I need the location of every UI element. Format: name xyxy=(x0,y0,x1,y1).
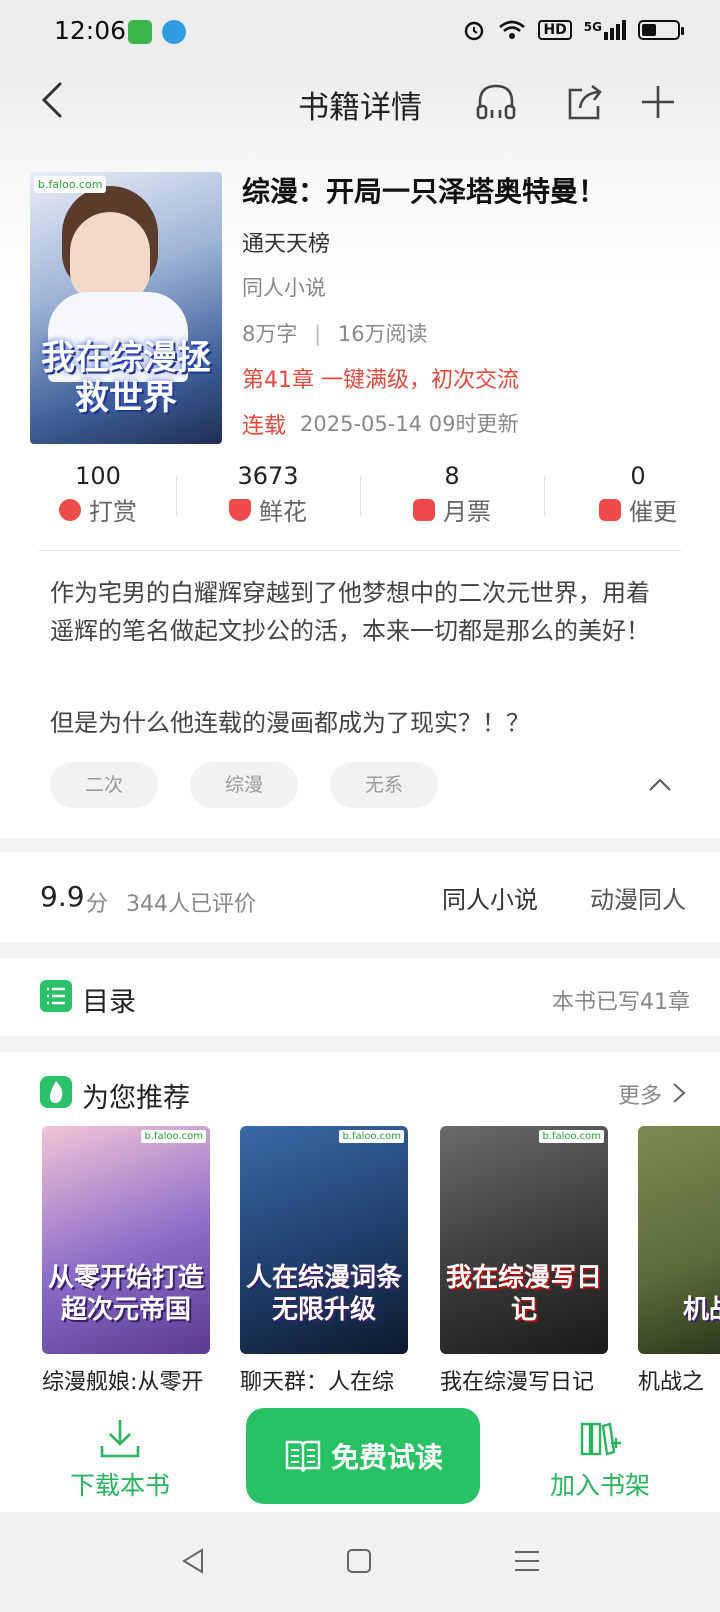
recommend-book-card[interactable]: b.faloo.com 从零开始打造超次元帝国 综漫舰娘:从零开 xyxy=(42,1126,210,1396)
recommend-book-card[interactable]: 机战铁 机战之 xyxy=(638,1126,720,1396)
book-author[interactable]: 通天天榜 xyxy=(242,226,330,258)
free-read-label: 免费试读 xyxy=(330,1441,443,1474)
recommend-book-cover: 机战铁 xyxy=(638,1126,720,1354)
headphones-icon[interactable] xyxy=(474,80,518,124)
collapse-chevron-icon[interactable] xyxy=(648,774,672,798)
rating-score: 9.9 xyxy=(40,880,85,913)
stat-value: 3673 xyxy=(237,462,299,490)
recommend-cover-text: 人在综漫词条无限升级 xyxy=(245,1263,402,1325)
free-read-button[interactable]: 免费试读 xyxy=(246,1408,480,1504)
flame-icon xyxy=(40,1076,72,1108)
cover-logo: b.faloo.com xyxy=(141,1130,206,1143)
alarm-icon xyxy=(465,21,484,41)
download-icon[interactable] xyxy=(98,1416,142,1460)
book-open-icon xyxy=(285,1440,321,1473)
rating-count[interactable]: 344人已评价 xyxy=(126,886,256,918)
bookshelf-add-icon[interactable] xyxy=(578,1416,622,1460)
status-time: 12:06 xyxy=(54,16,127,45)
serial-status: 连载 xyxy=(242,414,287,439)
cover-logo: b.faloo.com xyxy=(34,176,107,193)
book-category[interactable]: 同人小说 xyxy=(242,272,326,302)
recommend-book-card[interactable]: b.faloo.com 人在综漫词条无限升级 聊天群：人在综 xyxy=(240,1126,408,1396)
stat-flower[interactable]: 3673 鲜花 xyxy=(178,462,358,527)
urge-icon xyxy=(599,498,621,521)
category-link-1[interactable]: 同人小说 xyxy=(442,880,538,915)
add-icon[interactable] xyxy=(636,80,680,124)
recommend-book-cover: b.faloo.com 我在综漫写日记 xyxy=(440,1126,608,1354)
cover-illustration xyxy=(70,212,150,302)
recommend-title: 为您推荐 xyxy=(82,1083,190,1114)
reward-icon xyxy=(59,498,81,521)
add-to-shelf-button[interactable]: 加入书架 xyxy=(536,1466,664,1502)
book-title: 综漫：开局一只泽塔奥特曼！ xyxy=(242,175,607,208)
stat-reward[interactable]: 100 打赏 xyxy=(8,462,188,527)
stat-urge-update[interactable]: 0 催更 xyxy=(548,462,720,527)
read-count: 16万阅读 xyxy=(337,322,428,346)
app-notification-icon xyxy=(128,20,152,44)
recommend-book-cover: b.faloo.com 人在综漫词条无限升级 xyxy=(240,1126,408,1354)
latest-chapter[interactable]: 第41章 一键满级，初次交流 xyxy=(242,362,519,394)
recommend-cover-text: 从零开始打造超次元帝国 xyxy=(47,1263,204,1325)
category-link-2[interactable]: 动漫同人 xyxy=(590,880,686,915)
nav-home-icon[interactable] xyxy=(344,1546,374,1576)
cover-title: 我在综漫拯救世界 xyxy=(41,338,211,418)
update-time: 2025-05-14 09时更新 xyxy=(300,412,519,436)
list-icon xyxy=(40,980,72,1012)
hd-icon: HD xyxy=(538,20,572,40)
cover-logo: b.faloo.com xyxy=(339,1130,404,1143)
wifi-icon xyxy=(499,20,526,39)
stat-value: 8 xyxy=(444,462,460,490)
recommend-cover-text: 我在综漫写日记 xyxy=(445,1263,602,1325)
toc-label: 目录 xyxy=(82,987,136,1018)
divider xyxy=(38,550,682,551)
chapter-count: 本书已写41章 xyxy=(552,990,690,1015)
book-cover: b.faloo.com 我在综漫拯救世界 xyxy=(30,172,222,444)
share-icon[interactable] xyxy=(564,80,608,124)
rating-unit: 分 xyxy=(86,892,109,917)
status-icons: HD 5G xyxy=(462,18,684,42)
book-stats: 8万字 | 16万阅读 xyxy=(242,322,428,346)
nav-menu-icon[interactable] xyxy=(512,1546,542,1576)
telegram-notification-icon xyxy=(162,20,186,44)
tag-chip[interactable]: 综漫 xyxy=(190,762,298,808)
recommend-cover-text: 机战铁 xyxy=(682,1295,720,1325)
recommend-book-cover: b.faloo.com 从零开始打造超次元帝国 xyxy=(42,1126,210,1354)
page-title: 书籍详情 xyxy=(298,90,422,126)
cover-logo: b.faloo.com xyxy=(539,1130,604,1143)
ticket-icon xyxy=(413,498,435,521)
stat-value: 100 xyxy=(75,462,121,490)
download-button[interactable]: 下载本书 xyxy=(56,1466,184,1502)
stat-monthly-ticket[interactable]: 8 月票 xyxy=(362,462,542,527)
tag-chip[interactable]: 二次 xyxy=(50,762,158,808)
book-description-2: 但是为什么他连载的漫画都成为了现实？！？ xyxy=(50,709,530,737)
tag-chip[interactable]: 无系 xyxy=(330,762,438,808)
5g-signal-icon: 5G xyxy=(584,20,626,40)
nav-back-icon[interactable] xyxy=(178,1546,208,1576)
stat-value: 0 xyxy=(630,462,646,490)
chevron-right-icon[interactable] xyxy=(670,1082,688,1104)
more-link[interactable]: 更多 xyxy=(618,1078,662,1110)
flower-icon xyxy=(229,498,251,521)
book-description: 作为宅男的白耀辉穿越到了他梦想中的二次元世界，用着遥辉的笔名做起文抄公的活，本来… xyxy=(50,579,650,645)
word-count: 8万字 xyxy=(242,322,298,346)
battery-icon xyxy=(638,20,684,40)
recommend-book-card[interactable]: b.faloo.com 我在综漫写日记 我在综漫写日记 xyxy=(440,1126,608,1396)
